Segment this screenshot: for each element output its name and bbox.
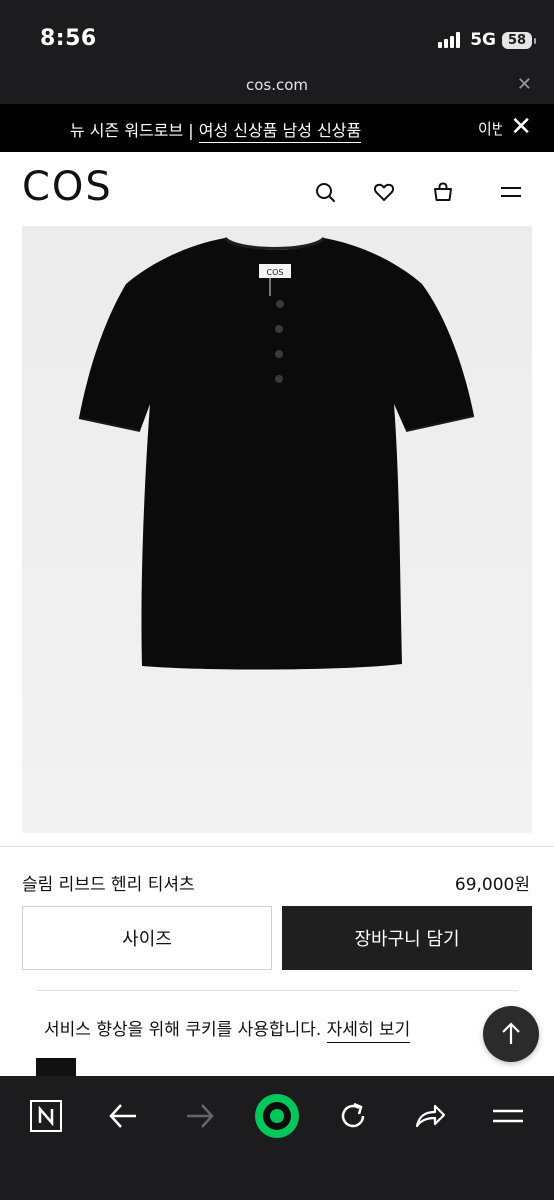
status-bar: 8:56 5G 58 [0, 0, 554, 68]
cookie-message: 서비스 향상을 위해 쿠키를 사용합니다. [44, 1020, 327, 1040]
promo-text: 뉴 시즌 워드로브 | 여성 신상품 남성 신상품 [70, 117, 362, 143]
cookie-text: 서비스 향상을 위해 쿠키를 사용합니다. 자세히 보기 [44, 1015, 411, 1043]
promo-banner: 뉴 시즌 워드로브 | 여성 신상품 남성 신상품 이번 ✕ [0, 104, 554, 152]
menu-icon[interactable] [488, 1096, 528, 1136]
browser-toolbar [0, 1076, 554, 1200]
back-arrow-icon[interactable] [103, 1096, 143, 1136]
arrow-up-icon [502, 1022, 520, 1044]
product-name: 슬림 리브드 헨리 티셔츠 [22, 875, 195, 895]
battery-icon: 58 [502, 31, 536, 49]
site-header: COS [0, 152, 554, 224]
partial-thumbnail [36, 1058, 76, 1076]
green-dot-icon[interactable] [254, 1093, 300, 1139]
status-indicators: 5G 58 [438, 30, 536, 50]
bag-icon[interactable] [431, 180, 455, 204]
url-text[interactable]: cos.com [0, 76, 554, 94]
status-time: 8:56 [40, 26, 97, 51]
share-icon[interactable] [410, 1096, 450, 1136]
promo-prefix: 뉴 시즌 워드로브 | [70, 121, 199, 140]
cookie-banner: 서비스 향상을 위해 쿠키를 사용합니다. 자세히 보기 [36, 990, 518, 1080]
size-button[interactable]: 사이즈 [22, 906, 272, 970]
product-image[interactable]: COS [22, 226, 532, 833]
garment-tag-label: COS [267, 268, 284, 277]
menu-icon[interactable] [499, 180, 523, 204]
scroll-top-button[interactable] [483, 1006, 539, 1062]
naver-icon[interactable] [26, 1096, 66, 1136]
divider [0, 846, 554, 847]
browser-url-bar[interactable]: cos.com ✕ [0, 68, 554, 104]
henley-tshirt-image: COS [22, 226, 532, 833]
add-to-cart-button[interactable]: 장바구니 담기 [282, 906, 532, 970]
cookie-details-link[interactable]: 자세히 보기 [326, 1020, 411, 1043]
product-price: 69,000원 [454, 875, 530, 895]
promo-more-text[interactable]: 이번 [478, 118, 502, 139]
search-icon[interactable] [313, 180, 337, 204]
network-label: 5G [470, 30, 496, 50]
close-icon[interactable]: ✕ [510, 112, 532, 142]
heart-icon[interactable] [372, 180, 396, 204]
logo[interactable]: COS [22, 164, 113, 210]
refresh-icon[interactable] [333, 1096, 373, 1136]
promo-link[interactable]: 여성 신상품 남성 신상품 [198, 121, 362, 143]
signal-icon [438, 32, 461, 48]
forward-arrow-icon[interactable] [180, 1096, 220, 1136]
close-icon[interactable]: ✕ [517, 74, 532, 95]
